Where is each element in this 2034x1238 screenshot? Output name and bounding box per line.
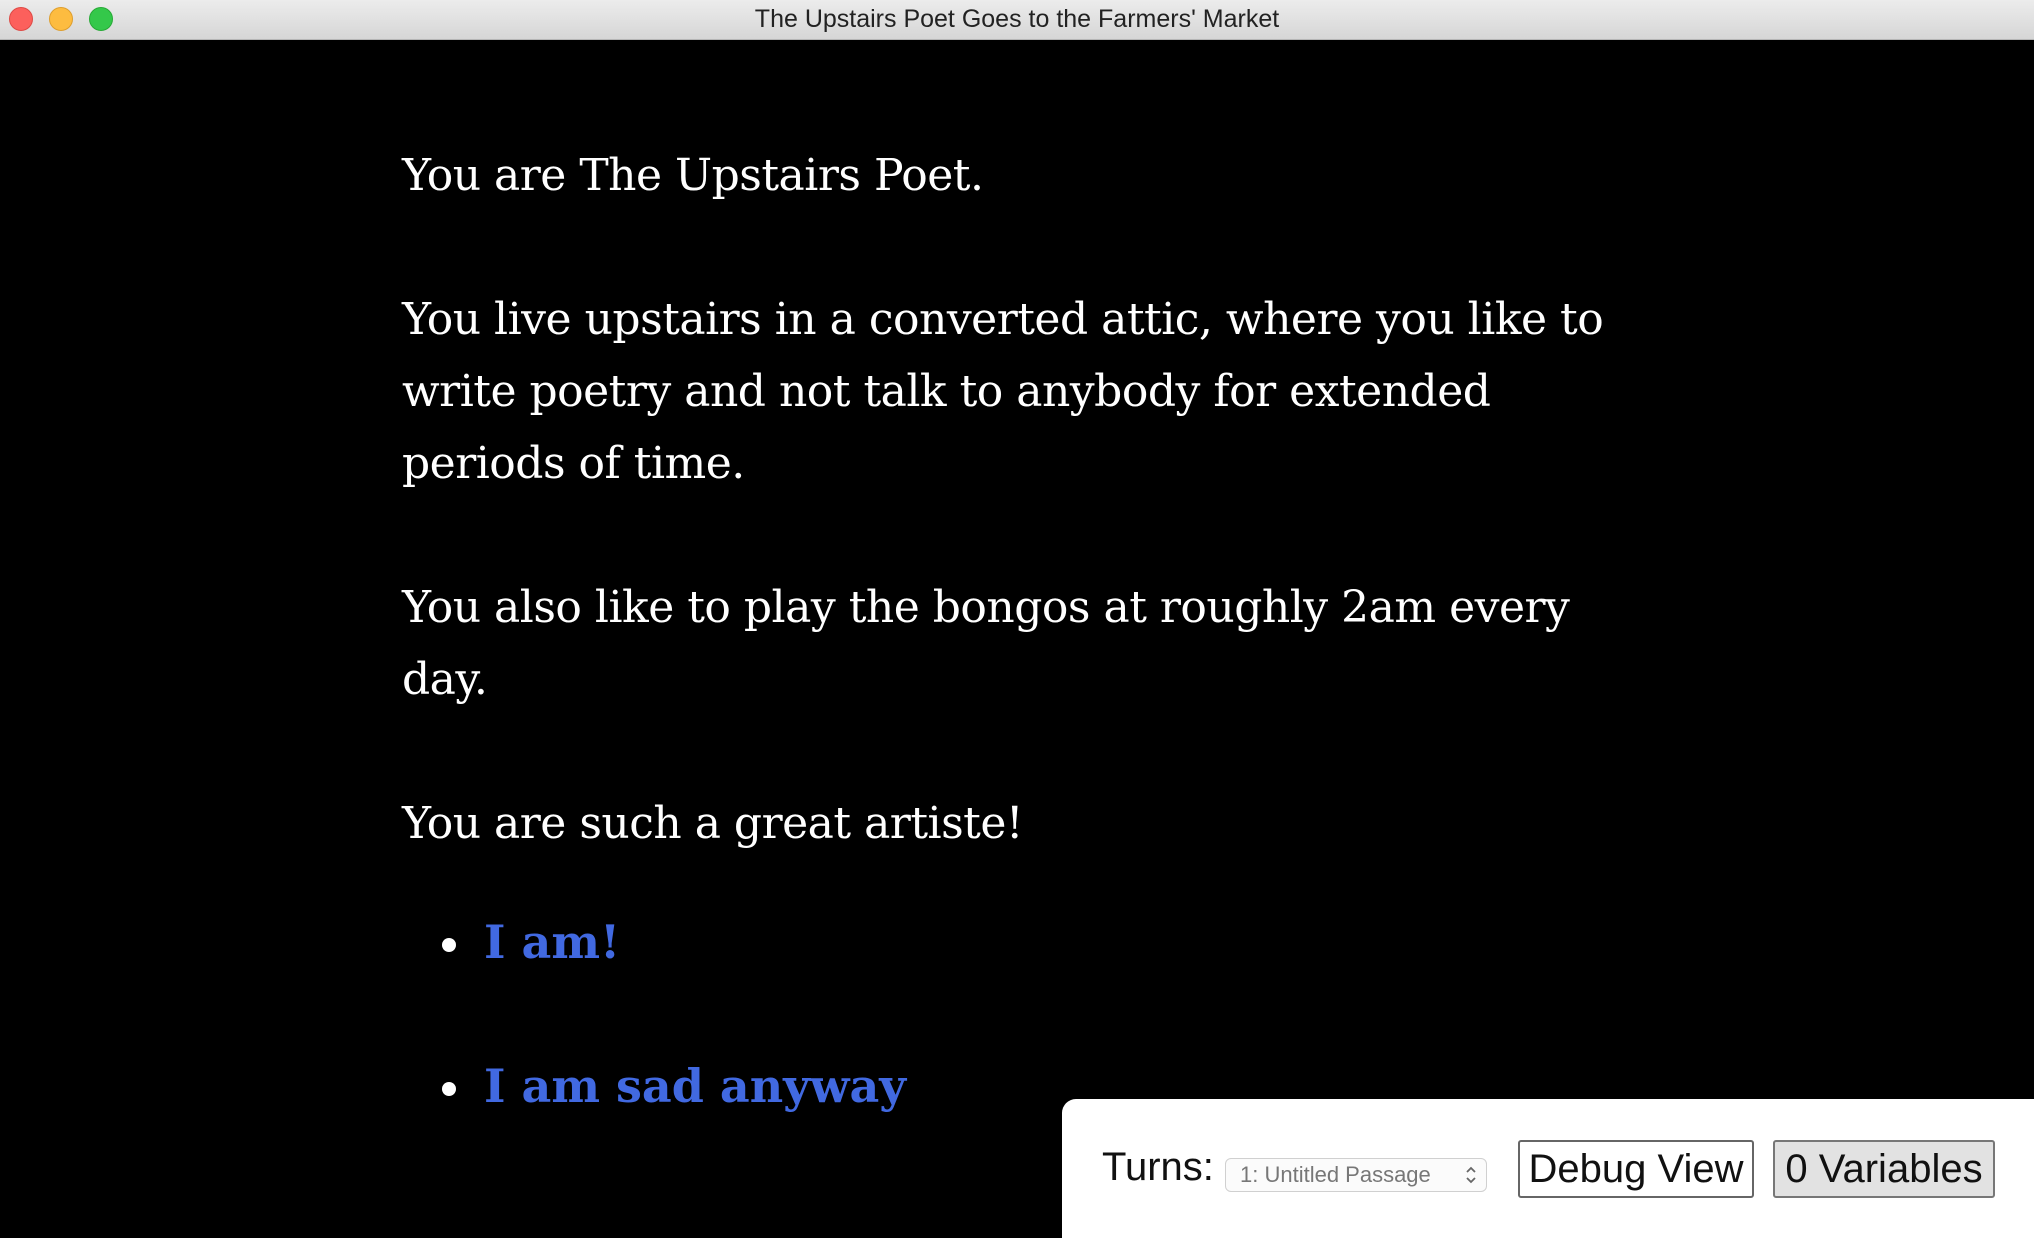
story-paragraph: You are The Upstairs Poet.: [402, 150, 984, 201]
title-bar: The Upstairs Poet Goes to the Farmers' M…: [0, 0, 2034, 40]
story-passage: You are The Upstairs Poet. You live upst…: [402, 140, 1662, 932]
debug-view-button[interactable]: Debug View: [1518, 1140, 1754, 1198]
story-paragraph: You live upstairs in a converted attic, …: [402, 294, 1604, 489]
bullet-icon: [442, 938, 456, 952]
choice-link-i-am[interactable]: I am!: [484, 906, 620, 978]
turns-selected-value: 1: Untitled Passage: [1240, 1162, 1431, 1187]
variables-button[interactable]: 0 Variables: [1773, 1140, 1995, 1198]
turns-label: Turns:: [1102, 1145, 1214, 1189]
bullet-icon: [442, 1082, 456, 1096]
choice-link-i-am-sad-anyway[interactable]: I am sad anyway: [484, 1050, 906, 1122]
debug-toolbar: Turns: 1: Untitled Passage Debug View 0 …: [1062, 1099, 2034, 1238]
story-paragraph: You also like to play the bongos at roug…: [402, 582, 1570, 705]
up-down-chevron-icon: [1466, 1166, 1476, 1184]
turns-select[interactable]: 1: Untitled Passage: [1225, 1158, 1487, 1192]
app-window: The Upstairs Poet Goes to the Farmers' M…: [0, 0, 2034, 1238]
story-paragraph: You are such a great artiste!: [402, 798, 1024, 849]
window-title: The Upstairs Poet Goes to the Farmers' M…: [754, 5, 1280, 33]
